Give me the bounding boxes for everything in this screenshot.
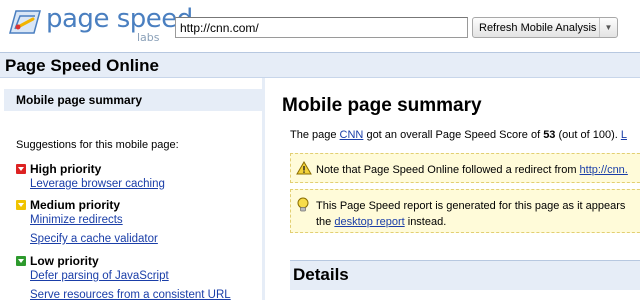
priority-flag-icon [16,164,26,174]
header: page speed labs Refresh Mobile Analysis … [0,0,640,48]
desktop-report-link[interactable]: desktop report [334,216,404,228]
dropdown-arrow-icon[interactable]: ▼ [599,18,617,37]
rule-link-serve-consistent-url[interactable]: Serve resources from a consistent URL [30,289,231,300]
redirect-notice-text: Note that Page Speed Online followed a r… [316,162,628,178]
redirect-text: Note that Page Speed Online followed a r… [316,164,580,176]
trailing-link[interactable]: L [621,129,627,141]
priority-flag-icon [16,256,26,266]
warning-icon [296,161,312,178]
score-text-prefix: The page [290,129,340,141]
score-text-middle: got an overall Page Speed Score of [363,129,544,141]
details-title: Details [293,265,349,284]
url-input[interactable] [175,17,468,38]
high-priority-heading: High priority [16,162,101,176]
priority-label: Low priority [30,254,99,268]
medium-priority-heading: Medium priority [16,198,120,212]
app-title: Page Speed Online [5,56,159,75]
sidebar-item-mobile-summary[interactable]: Mobile page summary [4,89,262,111]
logo-subtitle: labs [137,31,160,44]
redirect-link[interactable]: http://cnn. [580,164,628,176]
score-summary: The page CNN got an overall Page Speed S… [290,129,627,141]
rule-link-specify-cache-validator[interactable]: Specify a cache validator [30,233,158,245]
lightbulb-icon [296,197,310,216]
desktop-report-notice: This Page Speed report is generated for … [290,189,640,233]
priority-label: High priority [30,162,102,176]
suggestions-heading: Suggestions for this mobile page: [16,139,179,151]
rule-link-defer-parsing-javascript[interactable]: Defer parsing of JavaScript [30,270,169,282]
desktop-notice-text: This Page Speed report is generated for … [316,198,625,230]
low-priority-heading: Low priority [16,254,99,268]
sidebar: Mobile page summary Suggestions for this… [0,78,265,300]
priority-flag-icon [16,200,26,210]
score-text-suffix: (out of 100). [555,129,621,141]
site-link[interactable]: CNN [340,129,364,141]
details-section-header: Details [290,260,640,290]
desktop-notice-pre: the [316,216,335,228]
main-content: Mobile page summary The page CNN got an … [268,78,640,300]
priority-label: Medium priority [30,198,121,212]
sidebar-item-label: Mobile page summary [16,93,143,107]
page-speed-logo-icon[interactable] [6,7,42,37]
page-title: Mobile page summary [282,95,482,116]
desktop-notice-line1: This Page Speed report is generated for … [316,200,626,212]
refresh-mobile-analysis-button[interactable]: Refresh Mobile Analysis [472,17,618,38]
rule-link-leverage-browser-caching[interactable]: Leverage browser caching [30,178,165,190]
redirect-notice: Note that Page Speed Online followed a r… [290,153,640,183]
desktop-notice-post: instead. [404,216,447,228]
rule-link-minimize-redirects[interactable]: Minimize redirects [30,214,123,226]
logo-text[interactable]: page speed [46,4,193,34]
score-value: 53 [543,129,556,141]
app-title-bar: Page Speed Online [0,52,640,78]
